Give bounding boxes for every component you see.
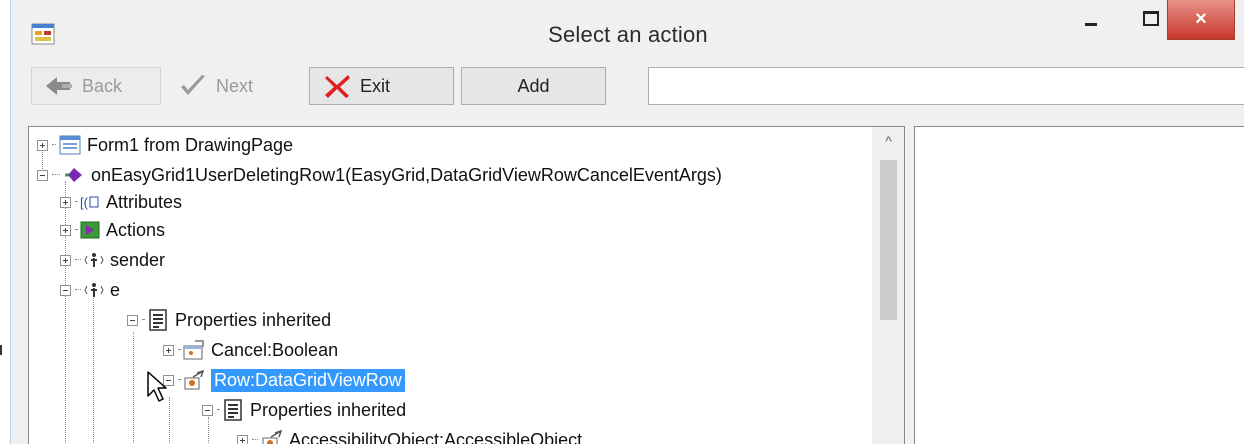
tree-connector (178, 349, 180, 351)
tree-connector (52, 174, 60, 176)
collapse-icon[interactable] (60, 284, 71, 296)
toolbar: Back Next Exit Add (11, 60, 1244, 116)
mouse-cursor-icon (147, 371, 167, 402)
tree-connector (75, 289, 81, 291)
tree-item-row[interactable]: Row:DataGridViewRow (163, 365, 405, 395)
tree-connector (217, 409, 219, 411)
tree-guide-line (133, 332, 135, 444)
tree-connector (178, 379, 180, 381)
tree-item-actions[interactable]: Actions (60, 215, 165, 245)
edge-mark (0, 345, 2, 355)
add-label: Add (517, 75, 550, 96)
exit-label: Exit (360, 75, 391, 96)
red-x-icon (325, 75, 350, 98)
tree-item-accessibility-object[interactable]: AccessibilityObject:AccessibleObject (237, 425, 582, 444)
expand-icon[interactable] (60, 196, 71, 208)
tree-connector (142, 319, 144, 321)
svg-text:[(: [( (80, 195, 89, 210)
tree-item-row-properties-inherited[interactable]: Properties inherited (202, 395, 406, 425)
tree-item-form1[interactable]: Form1 from DrawingPage (37, 130, 293, 160)
event-method-icon (65, 168, 82, 182)
tree-item-e[interactable]: e (60, 275, 120, 305)
tree-item-label: onEasyGrid1UserDeletingRow1(EasyGrid,Dat… (91, 164, 722, 185)
next-label: Next (216, 75, 254, 96)
expand-icon[interactable] (37, 139, 48, 151)
collapse-icon[interactable] (202, 404, 213, 416)
tree-vertical-scrollbar[interactable]: ^ (872, 127, 904, 444)
tree-connector (75, 229, 77, 231)
tree-connector (75, 259, 81, 261)
expand-icon[interactable] (60, 224, 71, 236)
title-bar[interactable]: Select an action × (11, 0, 1244, 60)
tree-item-label: Cancel:Boolean (211, 339, 339, 360)
back-label: Back (82, 75, 123, 96)
checkmark-icon (181, 75, 205, 95)
property-icon (183, 340, 204, 360)
tree-guide-line (169, 397, 171, 444)
tree-item-properties-inherited[interactable]: Properties inherited (127, 305, 331, 335)
tree-item-cancel[interactable]: Cancel:Boolean (163, 335, 338, 365)
expand-icon[interactable] (163, 344, 174, 356)
tree-item-attributes[interactable]: [( Attributes (60, 187, 182, 217)
tree-connector (75, 201, 77, 203)
expand-icon[interactable] (237, 434, 248, 444)
back-arrow-icon (46, 77, 72, 95)
back-button[interactable]: Back (31, 67, 161, 105)
tree-item-label: sender (110, 249, 166, 270)
details-panel[interactable] (914, 126, 1244, 444)
tree-item-label: Actions (106, 219, 166, 240)
tree-item-label: Form1 from DrawingPage (87, 134, 294, 155)
form-icon (59, 135, 81, 155)
tree-item-sender[interactable]: sender (60, 245, 165, 275)
tree-connector (52, 144, 56, 146)
actions-icon (80, 221, 100, 239)
tree-item-label: Attributes (106, 191, 183, 212)
close-button[interactable]: × (1167, 0, 1235, 40)
collapse-icon[interactable] (127, 314, 138, 326)
next-button[interactable]: Next (166, 67, 301, 105)
object-property-icon (184, 369, 205, 390)
tree-item-label: e (110, 279, 121, 300)
add-button[interactable]: Add (461, 67, 606, 105)
collapse-icon[interactable] (37, 169, 48, 181)
select-action-window: Select an action × Back Next Exit Add Fo… (10, 0, 1244, 444)
expand-icon[interactable] (60, 254, 71, 266)
tree-item-label-selected: Row:DataGridViewRow (211, 368, 405, 392)
scroll-up-arrow-icon[interactable]: ^ (872, 127, 904, 155)
search-input[interactable] (648, 67, 1244, 105)
close-icon: × (1195, 8, 1207, 30)
parameter-icon (84, 253, 104, 267)
tree-item-label: Properties inherited (175, 309, 332, 330)
scroll-thumb[interactable] (880, 160, 897, 320)
properties-icon (224, 399, 242, 421)
tree-item-event-method[interactable]: onEasyGrid1UserDeletingRow1(EasyGrid,Dat… (37, 160, 722, 190)
attributes-icon: [( (80, 195, 99, 210)
exit-button[interactable]: Exit (309, 67, 454, 105)
tree-item-label: AccessibilityObject:AccessibleObject (289, 429, 583, 444)
parameter-icon (84, 283, 104, 297)
minimize-button[interactable] (1061, 0, 1121, 40)
tree-connector (252, 439, 258, 441)
window-title: Select an action (548, 22, 708, 47)
tree-guide-line (93, 292, 95, 444)
tree-item-label: Properties inherited (250, 399, 407, 420)
object-property-icon (262, 429, 283, 444)
properties-icon (149, 309, 167, 331)
